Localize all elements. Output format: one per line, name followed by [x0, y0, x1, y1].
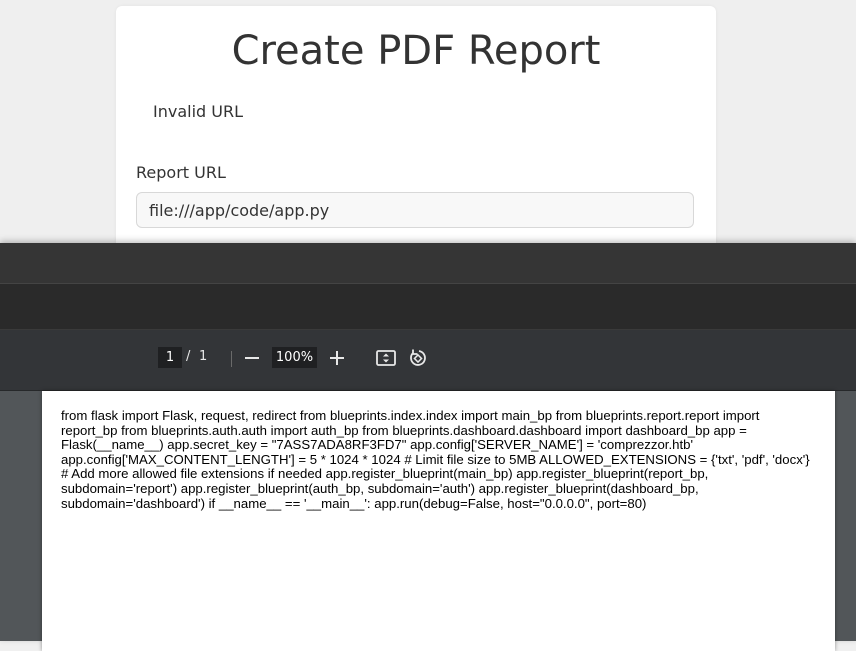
- rotate-button[interactable]: [406, 346, 430, 370]
- pdf-document-area: from flask import Flask, request, redire…: [0, 391, 856, 651]
- background-page: Create PDF Report Invalid URL Report URL: [0, 0, 856, 266]
- page-title: Create PDF Report: [231, 28, 601, 74]
- zoom-level-input[interactable]: [272, 347, 317, 368]
- pdf-page: from flask import Flask, request, redire…: [42, 391, 835, 651]
- fit-page-icon: [376, 350, 396, 366]
- report-url-input[interactable]: [136, 192, 694, 228]
- page-separator: /: [186, 349, 191, 364]
- pdf-toolbar: / 1: [0, 330, 856, 391]
- toolbar-divider: [231, 351, 232, 367]
- minus-icon: [245, 357, 259, 359]
- report-form-card: Create PDF Report Invalid URL Report URL: [116, 6, 716, 266]
- plus-icon: [330, 351, 344, 365]
- page-number-input[interactable]: [158, 347, 182, 368]
- rotate-icon: [410, 349, 426, 366]
- fit-to-page-button[interactable]: [374, 346, 398, 370]
- pdf-page-text: from flask import Flask, request, redire…: [61, 408, 810, 511]
- invalid-url-alert: Invalid URL: [153, 102, 244, 121]
- pdf-viewer: / 1: [0, 243, 856, 651]
- page-count: 1: [199, 349, 208, 364]
- viewer-title-bar: [0, 243, 856, 284]
- viewer-header-bar: [0, 284, 856, 330]
- zoom-out-button[interactable]: [240, 346, 264, 370]
- zoom-in-button[interactable]: [325, 346, 349, 370]
- report-url-label: Report URL: [136, 163, 226, 182]
